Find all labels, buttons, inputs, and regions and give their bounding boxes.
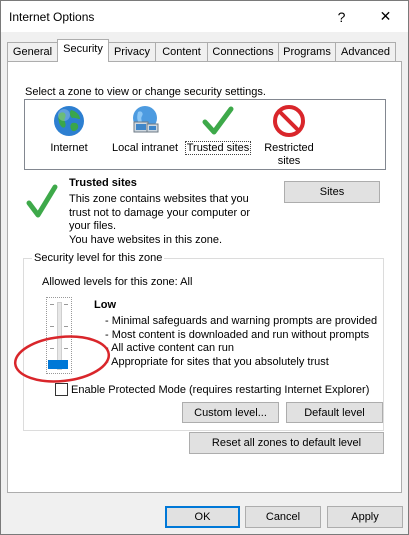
zone-trusted-sites[interactable]: Trusted sites [180, 104, 256, 155]
security-level-title: Security level for this zone [32, 252, 165, 264]
tab-advanced[interactable]: Advanced [335, 42, 396, 61]
zone-label: Internet [50, 142, 88, 154]
slider-tick [50, 304, 54, 305]
zone-label: Restricted [264, 142, 314, 154]
zone-description-line: your files. [69, 220, 117, 232]
selected-zone-title: Trusted sites [69, 177, 137, 189]
tab-security[interactable]: Security [57, 39, 109, 62]
zone-description-line: This zone contains websites that you [69, 193, 249, 205]
zone-description-line: You have websites in this zone. [69, 233, 223, 246]
restricted-icon [273, 105, 305, 137]
reset-all-zones-label: Reset all zones to default level [211, 437, 362, 449]
close-button[interactable]: ✕ [363, 1, 408, 32]
zone-prompt: Select a zone to view or change security… [25, 86, 266, 98]
tab-content[interactable]: Content [155, 42, 208, 61]
cancel-button[interactable]: Cancel [245, 506, 321, 528]
annotation-circle [13, 335, 111, 383]
reset-all-zones-button[interactable]: Reset all zones to default level [189, 432, 384, 454]
cancel-label: Cancel [265, 511, 301, 523]
zone-label: Trusted sites [184, 141, 252, 155]
custom-level-button[interactable]: Custom level... [182, 402, 279, 423]
green-check-icon [202, 106, 234, 135]
protected-mode-label: Enable Protected Mode (requires restarti… [71, 383, 370, 396]
network-computer-icon [133, 106, 159, 133]
tab-connections[interactable]: Connections [207, 42, 279, 61]
globe-icon [54, 106, 84, 136]
internet-options-window: Internet Options ? ✕ General Security Pr… [0, 0, 409, 535]
level-name: Low [94, 299, 116, 311]
green-check-icon [26, 184, 58, 218]
zone-list: Internet Local intranet Trusted sites Re… [24, 99, 386, 170]
zone-description-line: trust not to damage your computer or [69, 206, 250, 219]
level-description: - Minimal safeguards and warning prompts… [105, 315, 377, 369]
ok-label: OK [194, 511, 211, 523]
ok-button[interactable]: OK [165, 506, 240, 528]
title-bar: Internet Options ? ✕ [1, 1, 408, 32]
security-level-group: Security level for this zone Allowed lev… [13, 252, 384, 431]
level-point: - Most content is downloaded and run wit… [105, 328, 370, 341]
allowed-levels-label: Allowed levels for this zone: All [42, 276, 193, 288]
slider-tick [64, 326, 68, 327]
level-point: - Minimal safeguards and warning prompts… [105, 315, 378, 327]
zone-local-intranet[interactable]: Local intranet [107, 104, 183, 155]
custom-level-label: Custom level... [194, 407, 267, 419]
zone-description: This zone contains websites that you tru… [69, 193, 250, 247]
protected-mode-option[interactable]: Enable Protected Mode (requires restarti… [55, 383, 369, 396]
sites-button-label: Sites [319, 186, 345, 198]
zone-restricted-sites[interactable]: Restricted sites [257, 104, 321, 168]
help-button[interactable]: ? [319, 1, 364, 32]
sites-button[interactable]: Sites [284, 181, 380, 203]
default-level-label: Default level [304, 407, 365, 419]
tab-programs[interactable]: Programs [278, 42, 336, 61]
window-title: Internet Options [9, 10, 95, 24]
tab-general[interactable]: General [7, 42, 58, 61]
zone-internet[interactable]: Internet [37, 104, 101, 155]
slider-tick [50, 326, 54, 327]
protected-mode-checkbox[interactable] [55, 383, 68, 396]
apply-button[interactable]: Apply [327, 506, 403, 528]
slider-tick [64, 304, 68, 305]
zone-label-line2: sites [277, 155, 301, 167]
default-level-button[interactable]: Default level [286, 402, 383, 423]
security-panel: Select a zone to view or change security… [7, 61, 402, 493]
level-point: - Appropriate for sites that you absolut… [105, 355, 329, 368]
tab-privacy[interactable]: Privacy [108, 42, 156, 61]
level-point: - All active content can run [105, 342, 235, 354]
apply-label: Apply [351, 511, 379, 523]
zone-label: Local intranet [111, 142, 179, 154]
